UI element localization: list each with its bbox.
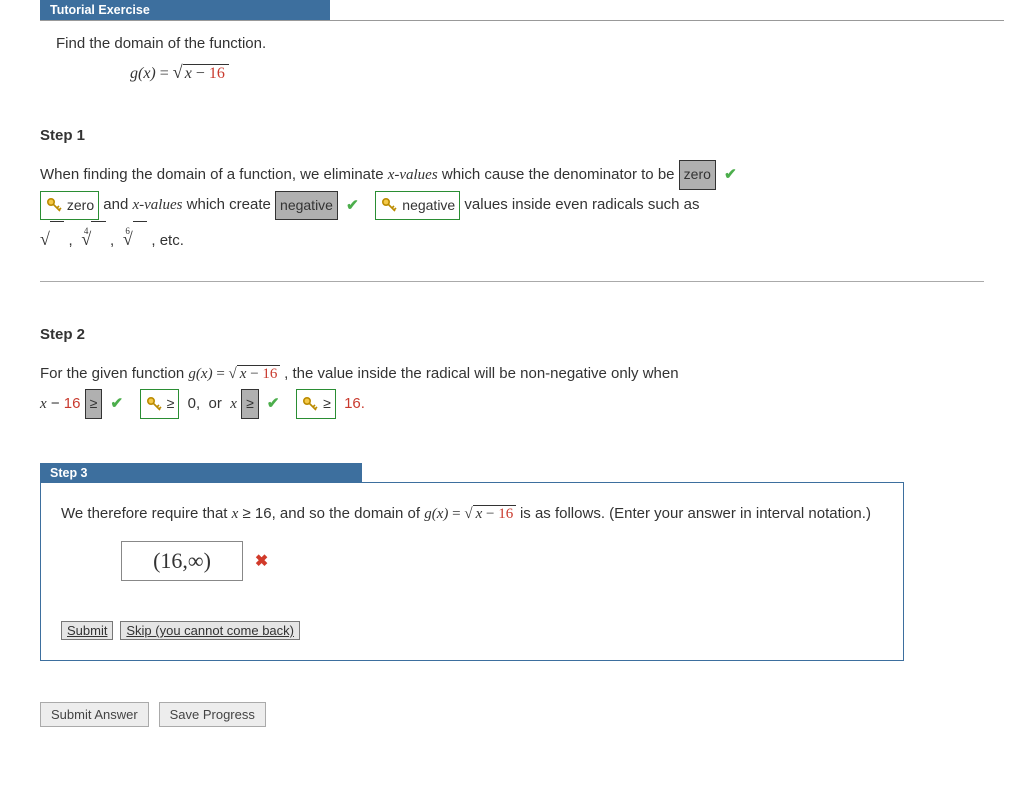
step3-title: Step 3 [40,463,362,483]
step3-function: g(x) = √x − 16 [424,505,520,522]
divider [40,281,984,282]
skip-button[interactable]: Skip (you cannot come back) [120,621,300,640]
interval-answer-input[interactable]: (16,∞) [121,541,243,581]
key-icon [301,395,319,413]
step1-answer-zero-gray[interactable]: zero [679,160,716,189]
sqrt-icon: √ [173,62,183,82]
key-icon [45,196,63,214]
func-name: g(x) [130,65,156,82]
step3-buttons: Submit Skip (you cannot come back) [61,621,883,640]
tutorial-header-bar: Tutorial Exercise [40,0,1004,21]
step2-title: Step 2 [40,326,1004,343]
eq-sign: = [160,65,169,82]
step2-answer-ge1-gray[interactable]: ≥ [85,389,103,418]
step2-body: For the given function g(x) = √x − 16 , … [40,359,1004,420]
bottom-button-row: Submit Answer Save Progress [40,702,1004,727]
submit-answer-button[interactable]: Submit Answer [40,702,149,727]
step1-body: When finding the domain of a function, w… [40,160,1004,257]
step1-title: Step 1 [40,127,1004,144]
sqrt-symbol: √ [40,229,64,249]
submit-button[interactable]: Submit [61,621,113,640]
step2-answer-ge1-key[interactable]: ≥ [140,389,180,418]
check-icon: ✔ [267,389,280,418]
check-icon: ✔ [111,389,124,418]
step2-function: g(x) = √x − 16 [188,365,284,382]
step2-answer-ge2-gray[interactable]: ≥ [241,389,259,418]
prompt-text: Find the domain of the function. [56,35,954,52]
wrong-icon: ✖ [255,551,268,571]
step2-answer-ge2-key[interactable]: ≥ [296,389,336,418]
sixth-root-symbol: 6√ [118,229,147,249]
step3-body: We therefore require that x ≥ 16, and so… [61,499,883,529]
prompt-block: Find the domain of the function. g(x) = … [56,35,954,83]
tutorial-header-title: Tutorial Exercise [40,0,330,20]
step1-answer-zero-key[interactable]: zero [40,191,99,220]
save-progress-button[interactable]: Save Progress [159,702,266,727]
function-display: g(x) = √x − 16 [130,62,954,83]
step1-answer-neg-gray[interactable]: negative [275,191,338,220]
fourth-root-symbol: 4√ [77,229,106,249]
check-icon: ✔ [346,191,359,220]
key-icon [380,196,398,214]
step-1: Step 1 When finding the domain of a func… [40,127,1004,257]
step1-answer-neg-key[interactable]: negative [375,191,460,220]
step-2: Step 2 For the given function g(x) = √x … [40,326,1004,420]
check-icon: ✔ [724,160,737,189]
key-icon [145,395,163,413]
step3-box: We therefore require that x ≥ 16, and so… [40,482,904,661]
step-3: Step 3 We therefore require that x ≥ 16,… [40,463,1004,662]
